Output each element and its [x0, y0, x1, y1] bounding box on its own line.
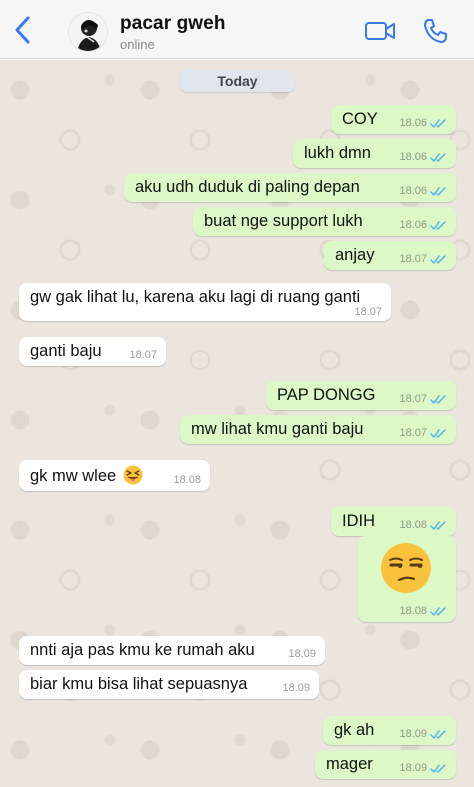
- chat-area[interactable]: Today COY 18.06 lukh dmn 18.06 aku udh d…: [0, 60, 474, 787]
- message-outgoing[interactable]: PAP DONGG 18.07: [266, 381, 456, 410]
- message-time: 18.09: [399, 762, 427, 774]
- read-ticks-icon: [430, 764, 446, 773]
- message-outgoing[interactable]: anjay 18.07: [324, 241, 456, 270]
- message-text: ganti baju: [30, 342, 102, 360]
- message-text: gk mw wlee: [30, 467, 117, 485]
- read-ticks-icon: [430, 429, 446, 438]
- read-ticks-icon: [430, 521, 446, 530]
- read-ticks-icon: [430, 119, 446, 128]
- message-text: mw lihat kmu ganti baju: [191, 420, 364, 438]
- message-outgoing[interactable]: mw lihat kmu ganti baju 18.07: [180, 415, 456, 444]
- chat-header: pacar gweh online: [0, 0, 474, 59]
- video-camera-icon[interactable]: [364, 19, 396, 43]
- message-text: IDIH: [342, 512, 375, 530]
- read-ticks-icon: [430, 607, 446, 616]
- message-outgoing[interactable]: IDIH 18.08: [331, 507, 456, 536]
- message-outgoing[interactable]: lukh dmn 18.06: [293, 139, 456, 168]
- message-text: gk ah: [334, 721, 375, 739]
- message-outgoing[interactable]: buat nge support lukh 18.06: [193, 207, 456, 236]
- message-text: aku udh duduk di paling depan: [135, 178, 360, 196]
- contact-name[interactable]: pacar gweh: [120, 13, 226, 35]
- read-ticks-icon: [430, 187, 446, 196]
- message-text: biar kmu bisa lihat sepuasnya: [30, 675, 248, 693]
- message-time: 18.08: [173, 474, 201, 486]
- read-ticks-icon: [430, 395, 446, 404]
- message-text: gw gak lihat lu, karena aku lagi di ruan…: [30, 288, 361, 306]
- message-text: anjay: [335, 246, 375, 264]
- message-text: PAP DONGG: [277, 386, 376, 404]
- message-text: buat nge support lukh: [204, 212, 363, 230]
- message-time: 18.07: [399, 393, 427, 405]
- message-time: 18.08: [399, 519, 427, 531]
- message-time: 18.06: [399, 151, 427, 163]
- message-outgoing-emoji[interactable]: 18.08: [358, 536, 456, 622]
- message-time: 18.09: [399, 728, 427, 740]
- message-incoming[interactable]: gw gak lihat lu, karena aku lagi di ruan…: [19, 283, 391, 321]
- message-outgoing[interactable]: mager 18.09: [315, 750, 456, 779]
- message-text: COY: [342, 110, 378, 128]
- message-outgoing[interactable]: gk ah 18.09: [323, 716, 456, 745]
- chevron-left-icon[interactable]: [10, 14, 36, 46]
- message-time: 18.07: [354, 306, 382, 318]
- message-time: 18.06: [399, 117, 427, 129]
- contact-status: online: [120, 37, 155, 52]
- message-time: 18.07: [129, 349, 157, 361]
- message-outgoing[interactable]: aku udh duduk di paling depan 18.06: [124, 173, 456, 202]
- message-incoming[interactable]: ganti baju 18.07: [19, 337, 166, 366]
- avatar[interactable]: [68, 12, 108, 52]
- message-incoming[interactable]: gk mw wlee 18.08: [19, 460, 210, 491]
- message-incoming[interactable]: biar kmu bisa lihat sepuasnya 18.09: [19, 670, 319, 699]
- read-ticks-icon: [430, 730, 446, 739]
- phone-icon[interactable]: [421, 17, 449, 45]
- message-time: 18.06: [399, 219, 427, 231]
- message-incoming[interactable]: nnti aja pas kmu ke rumah aku 18.09: [19, 636, 325, 665]
- date-separator: Today: [180, 70, 295, 92]
- message-time: 18.06: [399, 185, 427, 197]
- message-outgoing[interactable]: COY 18.06: [331, 105, 456, 134]
- message-time: 18.09: [282, 682, 310, 694]
- message-text: lukh dmn: [304, 144, 371, 162]
- message-time: 18.09: [288, 648, 316, 660]
- unamused-face-icon: [381, 543, 431, 593]
- squinting-face-with-tongue-icon: [123, 465, 143, 485]
- message-time: 18.07: [399, 427, 427, 439]
- message-text: mager: [326, 755, 373, 773]
- message-time: 18.07: [399, 253, 427, 265]
- message-text: nnti aja pas kmu ke rumah aku: [30, 641, 255, 659]
- read-ticks-icon: [430, 153, 446, 162]
- read-ticks-icon: [430, 221, 446, 230]
- read-ticks-icon: [430, 255, 446, 264]
- message-time: 18.08: [399, 605, 427, 617]
